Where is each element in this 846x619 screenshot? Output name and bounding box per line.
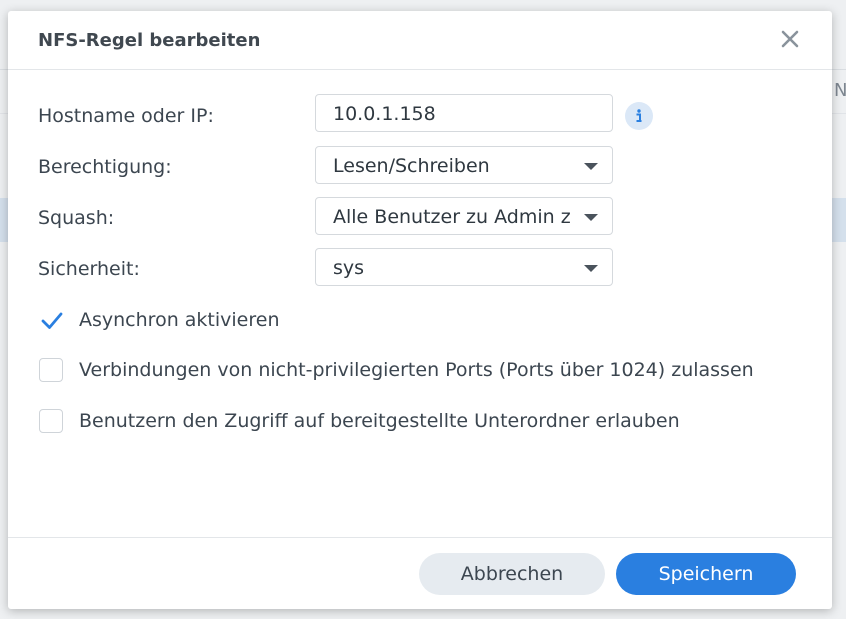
async-checkbox-label[interactable]: Asynchron aktivieren xyxy=(79,309,279,331)
chevron-down-icon xyxy=(584,214,598,221)
security-label: Sicherheit: xyxy=(38,258,140,280)
permission-value: Lesen/Schreiben xyxy=(333,155,490,177)
permission-label: Berechtigung: xyxy=(38,156,172,178)
subfolder-access-checkbox[interactable] xyxy=(39,409,63,433)
checkmark-icon xyxy=(41,312,63,329)
squash-label: Squash: xyxy=(38,207,115,229)
subfolder-access-checkbox-label[interactable]: Benutzern den Zugriff auf bereitgestellt… xyxy=(79,410,680,432)
dialog-title: NFS-Regel bearbeiten xyxy=(38,30,261,51)
nfs-rule-dialog: NFS-Regel bearbeiten Hostname oder IP: 1… xyxy=(8,11,832,609)
info-icon[interactable] xyxy=(625,102,653,130)
chevron-down-icon xyxy=(584,265,598,272)
hostname-input[interactable]: 10.0.1.158 xyxy=(315,94,613,132)
security-value: sys xyxy=(333,257,365,279)
chevron-down-icon xyxy=(584,163,598,170)
background-column-header: N xyxy=(834,80,846,101)
squash-value: Alle Benutzer zu Admin z xyxy=(333,206,571,228)
unprivileged-ports-checkbox-label[interactable]: Verbindungen von nicht-privilegierten Po… xyxy=(79,359,754,381)
security-select[interactable]: sys xyxy=(315,248,613,286)
permission-select[interactable]: Lesen/Schreiben xyxy=(315,146,613,184)
close-icon[interactable] xyxy=(778,27,802,51)
hostname-value: 10.0.1.158 xyxy=(333,103,436,125)
hostname-label: Hostname oder IP: xyxy=(38,105,214,127)
header-divider xyxy=(8,69,832,70)
squash-select[interactable]: Alle Benutzer zu Admin z xyxy=(315,197,613,235)
async-checkbox[interactable] xyxy=(39,308,63,332)
cancel-button[interactable]: Abbrechen xyxy=(419,553,605,595)
save-button[interactable]: Speichern xyxy=(616,553,796,595)
footer-divider xyxy=(8,537,832,538)
unprivileged-ports-checkbox[interactable] xyxy=(39,358,63,382)
